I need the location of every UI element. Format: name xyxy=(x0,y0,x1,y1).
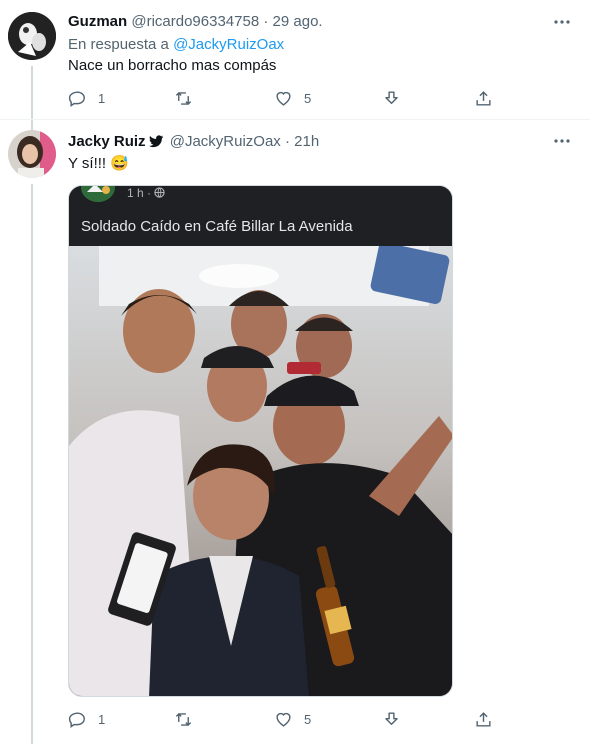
author-name[interactable]: Jacky Ruiz xyxy=(68,133,146,150)
author-name[interactable]: Guzman xyxy=(68,13,127,30)
tweet-time[interactable]: 21h xyxy=(294,133,319,150)
share-icon xyxy=(476,711,491,727)
fb-page-avatar xyxy=(81,186,115,202)
download-button[interactable] xyxy=(382,85,401,111)
tweet-time[interactable]: 29 ago. xyxy=(273,13,323,30)
reply-prefix: En respuesta a xyxy=(68,36,169,53)
fb-post-title: Soldado Caído en Café Billar La Avenida xyxy=(81,218,353,235)
tweet-header: Jacky Ruiz @JackyRuizOax · 21h xyxy=(68,133,319,152)
verified-bird-icon xyxy=(148,135,164,152)
share-button[interactable] xyxy=(474,706,493,732)
download-icon xyxy=(385,90,398,104)
like-count: 5 xyxy=(304,90,312,106)
share-icon xyxy=(476,90,491,106)
more-dots-icon[interactable] xyxy=(552,12,572,32)
retweet-icon xyxy=(175,712,192,726)
tweet-text: Y sí!!! 😅 xyxy=(68,155,129,172)
author-handle[interactable]: @ricardo96334758 xyxy=(131,13,259,30)
separator-dot: · xyxy=(263,13,269,30)
reply-icon xyxy=(68,90,85,107)
avatar-guzman[interactable] xyxy=(8,12,56,60)
heart-icon xyxy=(276,91,291,106)
tweet-text: Nace un borracho mas compás xyxy=(68,57,277,74)
tweet-media-image[interactable]: 1 h · Soldado Caído en Café Billar La Av… xyxy=(68,185,453,697)
reply-count: 1 xyxy=(98,711,106,727)
more-dots-icon[interactable] xyxy=(552,131,572,151)
reply-button[interactable]: 1 xyxy=(68,85,105,111)
thread-line-top xyxy=(31,120,33,130)
tweet-guzman[interactable]: Guzman @ricardo96334758 · 29 ago. En res… xyxy=(0,0,590,124)
like-count: 5 xyxy=(304,711,312,727)
fb-post-time: 1 h · xyxy=(127,186,152,200)
like-button[interactable]: 5 xyxy=(274,85,311,111)
reply-count: 1 xyxy=(98,90,106,106)
author-handle[interactable]: @JackyRuizOax xyxy=(170,133,281,150)
separator-dot: · xyxy=(284,133,290,150)
reply-mention-link[interactable]: @JackyRuizOax xyxy=(173,36,284,53)
retweet-button[interactable] xyxy=(174,706,193,732)
avatar-jacky[interactable] xyxy=(8,130,56,178)
thread-line xyxy=(31,184,33,744)
fb-post-meta: 1 h · xyxy=(127,186,166,200)
heart-icon xyxy=(276,712,291,727)
tweet-header: Guzman @ricardo96334758 · 29 ago. xyxy=(68,13,323,30)
download-button[interactable] xyxy=(382,706,401,732)
like-button[interactable]: 5 xyxy=(274,706,311,732)
reply-button[interactable]: 1 xyxy=(68,706,105,732)
retweet-icon xyxy=(175,91,192,105)
action-bar: 1 5 xyxy=(62,706,522,732)
thread-line xyxy=(31,66,33,124)
reply-icon xyxy=(68,711,85,728)
reply-context: En respuesta a @JackyRuizOax xyxy=(68,36,284,53)
fb-post-header: 1 h · Soldado Caído en Café Billar La Av… xyxy=(69,186,452,246)
globe-icon xyxy=(154,187,166,198)
retweet-button[interactable] xyxy=(174,85,193,111)
action-bar: 1 5 xyxy=(62,85,522,111)
group-selfie-photo xyxy=(69,246,452,696)
share-button[interactable] xyxy=(474,85,493,111)
download-icon xyxy=(385,711,398,725)
